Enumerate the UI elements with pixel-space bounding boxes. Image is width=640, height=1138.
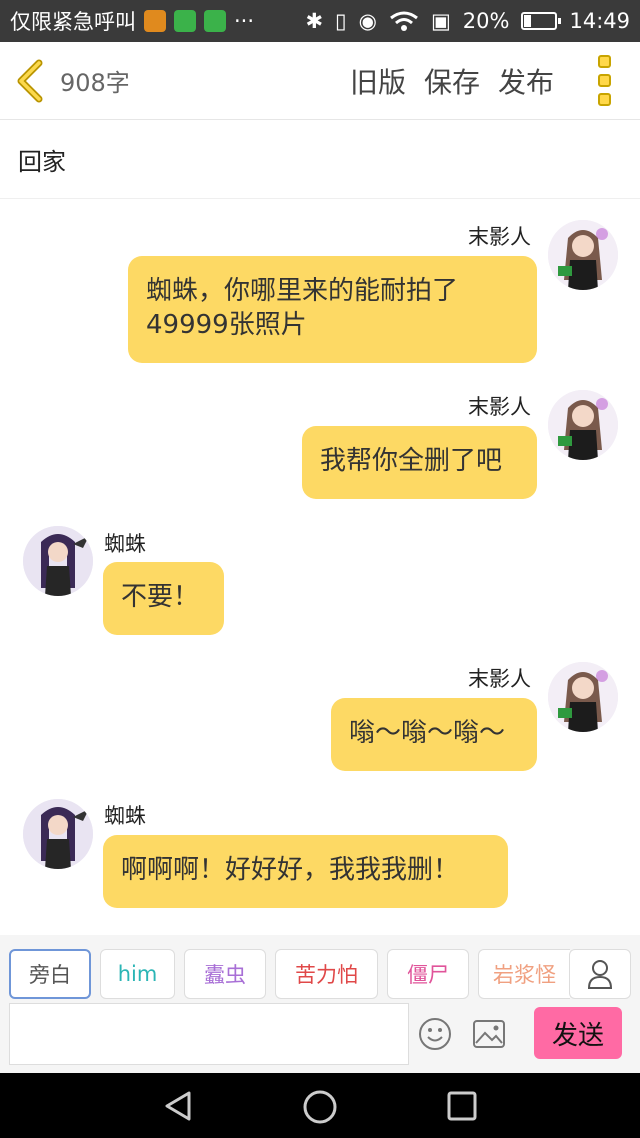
emoji-button[interactable]: [418, 1017, 452, 1051]
message-bubble[interactable]: 蜘蛛，你哪里来的能耐拍了49999张照片: [128, 256, 537, 363]
message-bubble[interactable]: 啊啊啊！好好好，我我我删！: [103, 835, 508, 908]
message-bubble[interactable]: 嗡～嗡～嗡～: [331, 698, 537, 771]
recents-nav-icon[interactable]: [446, 1090, 478, 1122]
role-selector: 旁白 him 蠹虫 苦力怕 僵尸 岩浆怪: [0, 935, 640, 1001]
sender-name: 蜘蛛: [104, 532, 146, 556]
app-notification-icon: [204, 10, 226, 32]
clock: 14:49: [569, 9, 630, 33]
home-nav-icon[interactable]: [302, 1089, 338, 1125]
navigation-bar: [0, 1073, 640, 1138]
more-menu-button[interactable]: [584, 42, 624, 120]
more-dot-icon: [597, 55, 611, 68]
user-icon: [587, 960, 613, 989]
app-notification-icon: [174, 10, 196, 32]
back-nav-icon[interactable]: [161, 1089, 195, 1123]
old-version-button[interactable]: 旧版: [350, 61, 406, 101]
more-notifications-icon: ···: [234, 9, 255, 33]
sender-name: 末影人: [468, 395, 531, 419]
role-chip-magma-cube[interactable]: 岩浆怪: [478, 949, 570, 999]
save-button[interactable]: 保存: [424, 61, 480, 101]
avatar[interactable]: [23, 526, 93, 596]
word-count: 908字: [60, 69, 130, 97]
app-notification-icon: [144, 10, 166, 32]
role-chip-zombie[interactable]: 僵尸: [387, 949, 469, 999]
back-button[interactable]: [0, 42, 60, 120]
avatar[interactable]: [548, 220, 618, 290]
editor-header: 908字 旧版 保存 发布: [0, 42, 640, 120]
spider-avatar-icon: [23, 526, 93, 596]
smiley-icon: [419, 1018, 451, 1050]
role-chip-narrator[interactable]: 旁白: [9, 949, 91, 999]
sender-name: 末影人: [468, 667, 531, 691]
message-bubble[interactable]: 不要！: [103, 562, 224, 635]
enderman-avatar-icon: [548, 390, 618, 460]
role-chip-creeper[interactable]: 苦力怕: [275, 949, 378, 999]
eye-icon: ◉: [358, 9, 377, 33]
notification-text: 仅限紧急呼叫: [10, 10, 136, 34]
avatar[interactable]: [23, 799, 93, 869]
role-chip-him[interactable]: him: [100, 949, 175, 999]
enderman-avatar-icon: [548, 662, 618, 732]
composer: 发送: [0, 1001, 640, 1073]
role-chip-silverfish[interactable]: 蠹虫: [184, 949, 266, 999]
avatar[interactable]: [548, 662, 618, 732]
sim-icon: ▣: [430, 9, 451, 33]
story-title[interactable]: 回家: [0, 121, 640, 199]
spider-avatar-icon: [23, 799, 93, 869]
image-icon: [473, 1020, 505, 1048]
chat-area: 末影人 蜘蛛，你哪里来的能耐拍了49999张照片 末影人 我帮你全删了吧 蜘蛛 …: [0, 200, 640, 925]
status-bar: 仅限紧急呼叫 ··· ✱ ▯ ◉ ▣ 20% 14:49: [0, 0, 640, 42]
image-button[interactable]: [472, 1019, 506, 1049]
avatar[interactable]: [548, 390, 618, 460]
message-bubble[interactable]: 我帮你全删了吧: [302, 426, 537, 499]
sender-name: 末影人: [468, 225, 531, 249]
send-button[interactable]: 发送: [534, 1007, 622, 1059]
manage-roles-button[interactable]: [569, 949, 631, 999]
message-input[interactable]: [9, 1003, 409, 1065]
wifi-icon: [390, 11, 418, 31]
battery-text: 20%: [462, 9, 510, 33]
chevron-left-icon: [17, 59, 43, 102]
vibrate-icon: ▯: [335, 9, 347, 33]
publish-button[interactable]: 发布: [498, 61, 554, 101]
bluetooth-icon: ✱: [305, 9, 324, 33]
more-dot-icon: [597, 74, 611, 87]
more-dot-icon: [597, 93, 611, 106]
sender-name: 蜘蛛: [104, 804, 146, 828]
battery-icon: [521, 12, 562, 30]
enderman-avatar-icon: [548, 220, 618, 290]
